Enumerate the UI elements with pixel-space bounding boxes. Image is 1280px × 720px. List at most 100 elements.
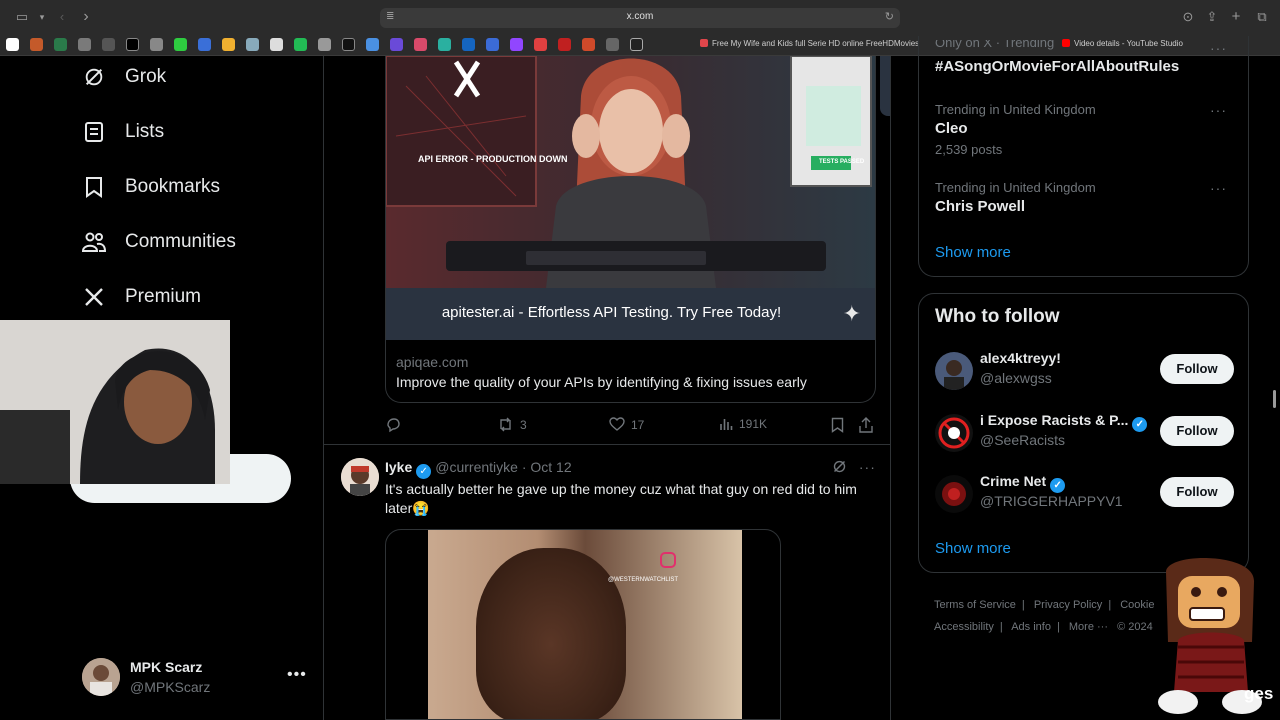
scrollbar-thumb[interactable] [1273,390,1276,408]
like-button[interactable]: 17 [609,417,644,432]
trend-context: Trending in United Kingdom [935,102,1096,117]
download-icon[interactable]: ⊙ [1180,9,1196,25]
bookmark-favicon[interactable] [582,38,595,51]
show-more-follow[interactable]: Show more [935,540,1011,557]
back-icon[interactable]: ‹ [54,9,70,25]
bookmark-favicon[interactable] [102,38,115,51]
bookmark-favicon[interactable] [318,38,331,51]
bookmark-favicon[interactable] [462,38,475,51]
who-to-follow-panel: Who to follow alex4ktreyy! @alexwgss Fol… [918,293,1249,573]
bookmark-favicon[interactable] [390,38,403,51]
bookmark-favicon[interactable] [606,38,619,51]
trend-context: Only on X · Trending [935,40,1055,50]
bookmark-favicon[interactable] [414,38,427,51]
follow-handle: @TRIGGERHAPPYV1 [980,493,1123,509]
follow-button[interactable]: Follow [1160,477,1234,507]
reply-button[interactable] [385,417,401,433]
tweet-author-name[interactable]: Iyke [385,459,412,475]
avatar[interactable] [341,458,379,496]
like-count: 17 [631,417,645,432]
bookmark-favicon[interactable] [270,38,283,51]
share-button[interactable] [859,417,873,433]
nav-item-communities[interactable]: Communities [82,224,236,260]
follow-suggestion[interactable]: Crime Net ✓ @TRIGGERHAPPYV1 Follow [935,473,1235,517]
trend-item[interactable]: Trending in United Kingdom Cleo 2,539 po… [935,102,1235,157]
more-icon[interactable]: ··· [1210,40,1227,56]
footer-link-more[interactable]: More ··· [1069,621,1108,633]
more-icon[interactable]: ••• [287,666,307,684]
bookmark-favicon[interactable] [558,38,571,51]
x-favicon[interactable] [126,38,139,51]
bookmark-favicon[interactable] [54,38,67,51]
bookmark-favicon[interactable] [222,38,235,51]
nav-item-bookmarks[interactable]: Bookmarks [82,169,220,205]
follow-button[interactable]: Follow [1160,416,1234,446]
sidebar-toggle-icon[interactable]: ▭ [14,9,30,25]
follow-button[interactable]: Follow [1160,354,1234,384]
trend-title: #ASongOrMovieForAllAboutRules [935,58,1180,75]
footer-link-cookie[interactable]: Cookie [1120,599,1154,611]
footer-link-privacy[interactable]: Privacy Policy [1034,599,1102,611]
bookmark-favicon[interactable] [366,38,379,51]
verified-icon: ✓ [416,464,432,479]
nav-item-lists[interactable]: Lists [82,114,164,150]
bookmark-favicon[interactable] [246,38,259,51]
bookmark-favicon[interactable] [630,38,643,51]
reload-icon[interactable]: ↻ [885,10,894,23]
carousel-next-card[interactable] [880,56,890,116]
bookmark-favicon[interactable] [78,38,91,51]
nav-item-premium[interactable]: Premium [82,279,201,315]
bookmark-favicon[interactable] [486,38,499,51]
forward-icon[interactable]: › [78,9,94,25]
new-tab-icon[interactable]: + [1228,9,1244,25]
bookmark-favicon[interactable] [534,38,547,51]
tweet-date[interactable]: Oct 12 [530,459,571,475]
tweet-media[interactable]: @WESTERNWATCHLIST [385,529,781,720]
bookmark-favicon[interactable] [174,38,187,51]
grok-icon[interactable] [832,459,851,475]
video-subject [476,548,626,719]
address-bar[interactable]: ≣ x.com ↻ [380,8,900,28]
bookmark-favicon[interactable] [6,38,19,51]
bookmark-favicon[interactable] [294,38,307,51]
ad-image: API ERROR - PRODUCTION DOWN TESTS PASSED [386,56,875,288]
tweet-author-handle[interactable]: @currentiyke [435,459,518,475]
chevron-down-icon[interactable]: ▾ [34,9,50,25]
bookmark-favicon[interactable] [438,38,451,51]
verified-icon: ✓ [1050,478,1066,493]
nav-item-grok[interactable]: Grok [82,59,166,95]
follow-name: i Expose Racists & P... ✓ [980,412,1151,432]
bookmark-icon [82,175,106,199]
bookmark-button[interactable] [831,417,844,433]
tab-freehdmovies[interactable]: Free My Wife and Kids full Serie HD onli… [700,39,919,48]
tab-overview-icon[interactable]: ⧉ [1254,9,1270,25]
share-icon[interactable]: ⇪ [1204,9,1220,25]
trend-count: 2,539 posts [935,142,1003,157]
show-more-trends[interactable]: Show more [935,244,1011,261]
more-icon[interactable]: ··· [1210,180,1227,196]
twitch-favicon[interactable] [510,38,523,51]
bookmark-favicon[interactable] [30,38,43,51]
ad-card[interactable]: API ERROR - PRODUCTION DOWN TESTS PASSED… [385,56,876,403]
ad-banner[interactable]: apitester.ai - Effortless API Testing. T… [386,288,875,340]
more-icon[interactable]: ··· [1210,102,1227,118]
x-logo-icon [82,285,106,309]
retweet-button[interactable]: 3 [497,417,527,432]
bookmark-icon [831,417,844,433]
footer-link-accessibility[interactable]: Accessibility [934,621,994,633]
bookmark-favicon[interactable] [150,38,163,51]
trend-context: Trending in United Kingdom [935,180,1096,195]
bookmark-favicon[interactable] [198,38,211,51]
trend-item[interactable]: Only on X · Trending #ASongOrMovieForAll… [935,40,1235,75]
footer-link-ads-info[interactable]: Ads info [1011,621,1051,633]
more-icon[interactable]: ··· [859,459,876,475]
share-icon [859,417,873,433]
follow-suggestion[interactable]: alex4ktreyy! @alexwgss Follow [935,350,1235,394]
account-switcher[interactable]: MPK Scarz @MPKScarz ••• [82,658,307,698]
views-button[interactable]: 191K [719,417,767,431]
trend-item[interactable]: Trending in United Kingdom Chris Powell … [935,180,1235,215]
follow-suggestion[interactable]: i Expose Racists & P... ✓ @SeeRacists Fol… [935,412,1235,456]
footer-link-terms[interactable]: Terms of Service [934,599,1016,611]
tiktok-favicon[interactable] [342,38,355,51]
views-icon [720,419,733,430]
